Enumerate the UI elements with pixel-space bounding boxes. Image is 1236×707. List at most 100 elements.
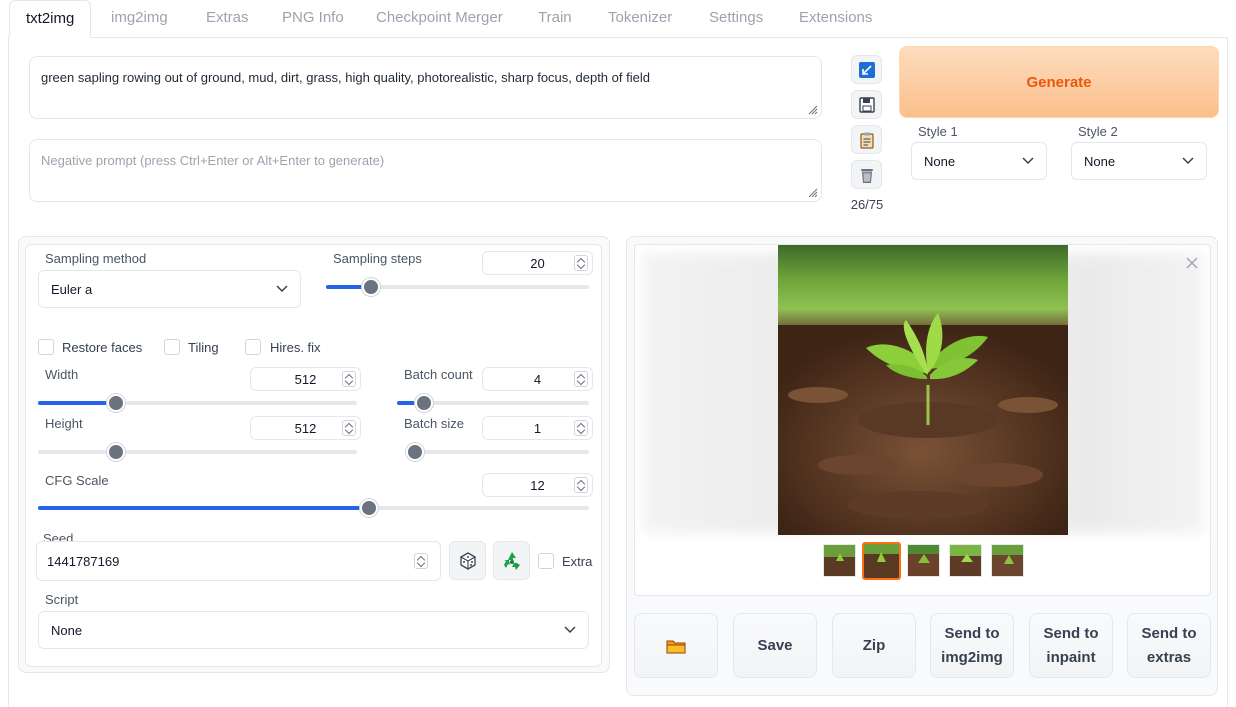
resize-handle-icon[interactable] [806,186,818,198]
height-label: Height [45,416,83,431]
style1-label: Style 1 [918,124,958,139]
open-folder-button[interactable] [634,613,718,678]
cfg-scale-slider[interactable] [38,499,589,517]
stepper-icon[interactable] [574,477,588,493]
cfg-scale-label: CFG Scale [45,473,109,488]
extra-seed-checkbox[interactable] [538,553,554,569]
style2-select[interactable]: None [1071,142,1207,180]
save-button[interactable]: Save [733,613,817,678]
batch-size-input[interactable]: 1 [482,416,593,440]
generate-button[interactable]: Generate [899,46,1219,118]
width-label: Width [45,367,79,382]
folder-icon [666,640,686,653]
batch-count-slider[interactable] [397,394,589,412]
tab-train[interactable]: Train [538,0,572,38]
height-input[interactable]: 512 [250,416,361,440]
tab-tokenizer[interactable]: Tokenizer [608,0,672,38]
hires-fix-label: Hires. fix [270,340,321,355]
resize-handle-icon[interactable] [806,103,818,115]
slider-handle[interactable] [107,394,126,412]
sampling-steps-slider[interactable] [326,278,589,296]
chevron-down-icon [564,626,576,634]
tab-img2img[interactable]: img2img [111,0,168,38]
chevron-down-icon [1022,157,1034,165]
batch-count-value: 4 [533,371,542,387]
batch-count-input[interactable]: 4 [482,367,593,391]
gallery-thumbnail[interactable] [991,544,1024,577]
tiling-checkbox[interactable] [164,339,180,355]
close-icon[interactable] [1184,255,1200,271]
send-to-inpaint-button[interactable]: Send to inpaint [1029,613,1113,678]
negative-prompt-input[interactable]: Negative prompt (press Ctrl+Enter or Alt… [29,139,822,202]
save-icon [858,96,875,113]
random-seed-button[interactable] [449,541,486,580]
gallery-thumbnail[interactable] [949,544,982,577]
tab-checkpoint-merger[interactable]: Checkpoint Merger [376,0,503,38]
batch-size-label: Batch size [404,416,464,431]
zip-button[interactable]: Zip [832,613,916,678]
arrow-icon [858,61,875,78]
prompt-input[interactable]: green sapling rowing out of ground, mud,… [29,56,822,119]
send-to-img2img-button[interactable]: Send to img2img [930,613,1014,678]
height-slider[interactable] [38,443,357,461]
stepper-icon[interactable] [574,371,588,387]
tab-extensions[interactable]: Extensions [799,0,872,38]
hires-fix-checkbox[interactable] [245,339,261,355]
batch-size-slider[interactable] [406,443,589,461]
slider-handle[interactable] [359,499,378,517]
tab-txt2img[interactable]: txt2img [9,0,92,38]
sampling-steps-value: 20 [530,255,545,271]
width-slider[interactable] [38,394,357,412]
image-gallery [634,244,1211,596]
width-input[interactable]: 512 [250,367,361,391]
save-style-button[interactable] [851,90,882,119]
apply-style-button[interactable] [851,125,882,154]
read-params-button[interactable] [851,55,882,84]
restore-faces-checkbox[interactable] [38,339,54,355]
chevron-down-icon [276,285,288,293]
prompt-text: green sapling rowing out of ground, mud,… [41,70,650,85]
extra-seed-label: Extra [562,554,593,569]
tab-png-info[interactable]: PNG Info [282,0,344,38]
gallery-thumbnail-selected[interactable] [862,542,901,580]
clipboard-icon [859,132,874,149]
token-counter: 26/75 [850,197,884,212]
stepper-icon[interactable] [574,255,588,271]
sampling-steps-label: Sampling steps [333,251,422,266]
sampling-steps-input[interactable]: 20 [482,251,593,275]
sampling-method-label: Sampling method [45,251,147,266]
stepper-icon[interactable] [342,420,356,436]
style2-value: None [1084,153,1116,169]
gallery-thumbnail[interactable] [823,544,856,577]
stepper-icon[interactable] [574,420,588,436]
style1-value: None [924,153,956,169]
sampling-method-value: Euler a [51,281,93,297]
script-select[interactable]: None [38,611,589,649]
batch-size-value: 1 [533,420,542,436]
stepper-icon[interactable] [342,371,356,387]
slider-handle[interactable] [107,443,126,461]
trash-icon [860,168,873,183]
recycle-icon [503,551,520,570]
send-to-extras-button[interactable]: Send to extras [1127,613,1211,678]
style2-label: Style 2 [1078,124,1118,139]
gallery-thumbnail[interactable] [907,544,940,577]
style1-select[interactable]: None [911,142,1047,180]
generated-image[interactable] [778,245,1068,535]
batch-count-label: Batch count [404,367,473,382]
reuse-seed-button[interactable] [493,541,530,580]
sampling-method-select[interactable]: Euler a [38,270,301,308]
tab-extras[interactable]: Extras [206,0,249,38]
seed-input[interactable]: 1441787169 [36,541,441,581]
slider-handle[interactable] [361,278,380,296]
stepper-icon[interactable] [414,553,428,569]
negative-prompt-placeholder: Negative prompt (press Ctrl+Enter or Alt… [41,153,385,168]
slider-handle[interactable] [414,394,433,412]
slider-handle[interactable] [406,443,424,461]
tab-settings[interactable]: Settings [709,0,763,38]
clear-prompt-button[interactable] [851,160,882,189]
seed-value: 1441787169 [47,553,120,569]
cfg-scale-input[interactable]: 12 [482,473,593,497]
dice-icon [459,551,476,570]
width-value: 512 [294,371,317,387]
